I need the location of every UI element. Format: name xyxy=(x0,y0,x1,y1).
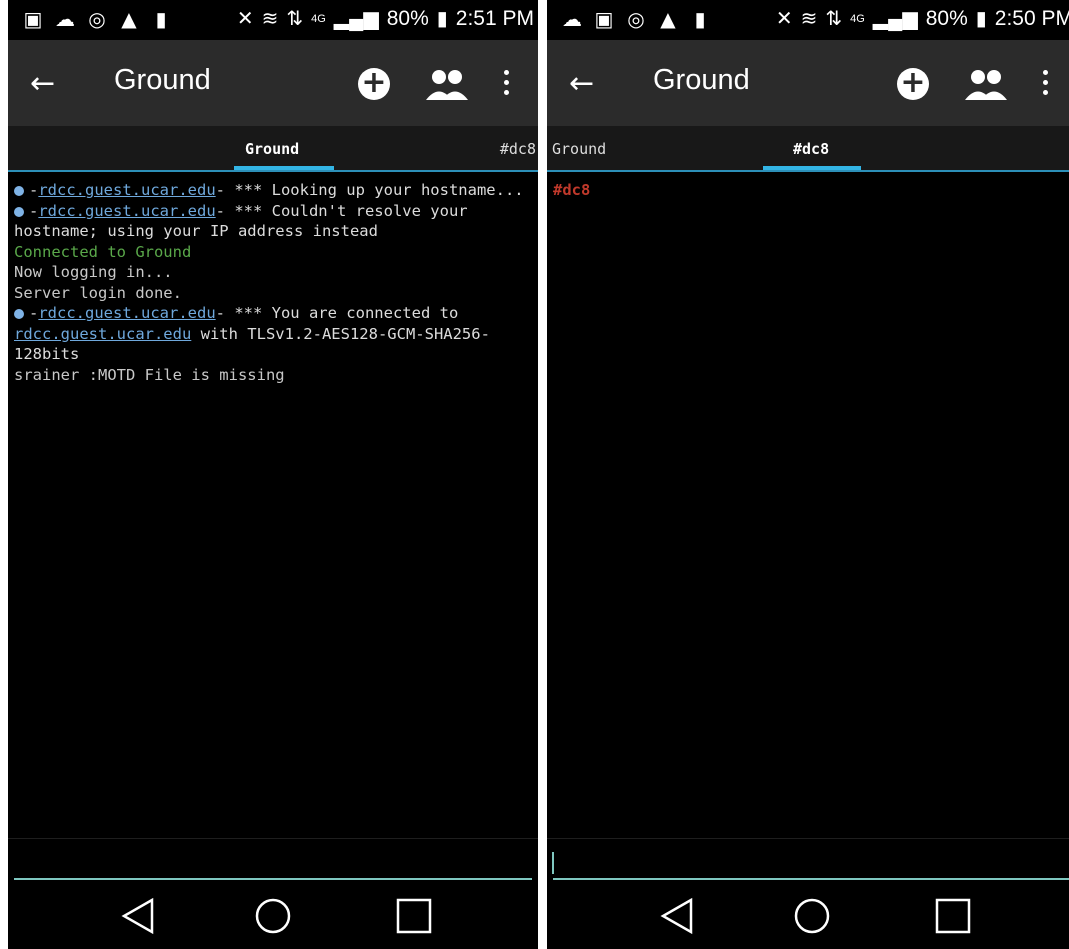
host-link[interactable]: rdcc.guest.ucar.edu xyxy=(38,202,215,220)
phone-screen-left: ▣ ☁ ◎ ▲ ▮ ✕ ≋ ⇅ 4G ▂▄▆ 80% ▮ 2:51 PM ← G… xyxy=(8,0,538,949)
text-cursor xyxy=(552,852,554,874)
more-options-icon[interactable] xyxy=(1039,66,1051,102)
tab-dc8[interactable]: #dc8 xyxy=(793,140,829,158)
app-title: Ground xyxy=(114,64,211,96)
nav-bar xyxy=(547,882,1069,949)
mute-icon: ✕ xyxy=(236,8,254,30)
log-line: -rdcc.guest.ucar.edu- *** Couldn't resol… xyxy=(14,201,468,240)
wifi-icon: ≋ xyxy=(800,8,818,30)
nav-bar xyxy=(8,882,538,949)
warning-icon: ▲ xyxy=(660,7,676,31)
clock: 2:51 PM xyxy=(455,6,534,30)
unknown-icon: ▮ xyxy=(155,7,167,31)
instagram-icon: ◎ xyxy=(88,7,106,31)
log-line: srainer :MOTD File is missing xyxy=(14,365,285,384)
log-line: -rdcc.guest.ucar.edu- *** Looking up you… xyxy=(14,180,529,201)
clock: 2:50 PM xyxy=(994,6,1069,30)
mute-icon: ✕ xyxy=(775,8,793,30)
battery-percent: 80% xyxy=(386,6,429,30)
instagram-icon: ◎ xyxy=(627,7,645,31)
data-icon: ⇅ xyxy=(286,8,304,30)
battery-icon: ▮ xyxy=(436,8,448,30)
add-icon[interactable]: + xyxy=(358,68,390,100)
status-bar: ☁ ▣ ◎ ▲ ▮ ✕ ≋ ⇅ 4G ▂▄▆ 80% ▮ 2:50 PM xyxy=(547,0,1069,40)
channel-tabs: Ground #dc8 xyxy=(547,126,1069,172)
nav-recents-icon[interactable] xyxy=(933,896,973,936)
back-arrow-icon[interactable]: ← xyxy=(569,64,609,104)
cloud-icon: ☁ xyxy=(55,7,75,31)
log-line: Connected to Ground xyxy=(14,242,192,261)
channel-tabs: Ground #dc8 xyxy=(8,126,538,172)
input-underline xyxy=(553,878,1069,880)
unknown-icon: ▮ xyxy=(694,7,706,31)
status-bar: ▣ ☁ ◎ ▲ ▮ ✕ ≋ ⇅ 4G ▂▄▆ 80% ▮ 2:51 PM xyxy=(8,0,538,40)
info-icon xyxy=(14,309,24,319)
wifi-icon: ≋ xyxy=(261,8,279,30)
more-options-icon[interactable] xyxy=(500,66,512,102)
battery-icon: ▮ xyxy=(975,8,987,30)
host-link[interactable]: rdcc.guest.ucar.edu xyxy=(38,181,215,199)
nav-recents-icon[interactable] xyxy=(394,896,434,936)
back-arrow-icon[interactable]: ← xyxy=(30,64,70,104)
nav-back-icon[interactable] xyxy=(657,896,697,936)
phone-screen-right: ☁ ▣ ◎ ▲ ▮ ✕ ≋ ⇅ 4G ▂▄▆ 80% ▮ 2:50 PM ← G… xyxy=(547,0,1069,949)
app-bar: ← Ground + xyxy=(8,40,538,126)
nav-back-icon[interactable] xyxy=(118,896,158,936)
users-icon[interactable] xyxy=(426,66,468,102)
nav-home-icon[interactable] xyxy=(253,896,293,936)
tab-indicator xyxy=(234,166,334,170)
log-line: -rdcc.guest.ucar.edu- *** You are connec… xyxy=(14,304,490,363)
network-type: 4G xyxy=(311,12,326,25)
host-link[interactable]: rdcc.guest.ucar.edu xyxy=(38,304,215,322)
info-icon xyxy=(14,206,24,217)
add-icon[interactable]: + xyxy=(897,68,929,100)
input-underline xyxy=(14,878,532,880)
battery-percent: 80% xyxy=(925,6,968,30)
nav-home-icon[interactable] xyxy=(792,896,832,936)
signal-icon: ▂▄▆ xyxy=(333,8,379,30)
tab-dc8[interactable]: #dc8 xyxy=(500,140,536,158)
log-line: Now logging in... xyxy=(14,263,173,281)
signal-icon: ▂▄▆ xyxy=(872,8,918,30)
message-input[interactable] xyxy=(8,838,538,881)
image-icon: ▣ xyxy=(23,7,43,31)
tab-ground[interactable]: Ground xyxy=(245,140,299,158)
app-title: Ground xyxy=(653,64,750,96)
message-input[interactable] xyxy=(547,838,1069,881)
data-icon: ⇅ xyxy=(825,8,843,30)
message-log: #dc8 xyxy=(553,180,1068,201)
network-type: 4G xyxy=(850,12,865,25)
users-icon[interactable] xyxy=(965,66,1007,102)
tab-indicator xyxy=(763,166,861,170)
tab-ground[interactable]: Ground xyxy=(552,140,606,158)
image-icon: ▣ xyxy=(594,7,614,31)
warning-icon: ▲ xyxy=(121,7,137,31)
message-log: -rdcc.guest.ucar.edu- *** Looking up you… xyxy=(14,180,529,385)
cloud-icon: ☁ xyxy=(562,7,582,31)
log-line: #dc8 xyxy=(553,181,591,199)
host-link[interactable]: rdcc.guest.ucar.edu xyxy=(14,325,191,343)
info-icon xyxy=(14,186,24,196)
log-line: Server login done. xyxy=(14,283,182,302)
app-bar: ← Ground + xyxy=(547,40,1069,126)
